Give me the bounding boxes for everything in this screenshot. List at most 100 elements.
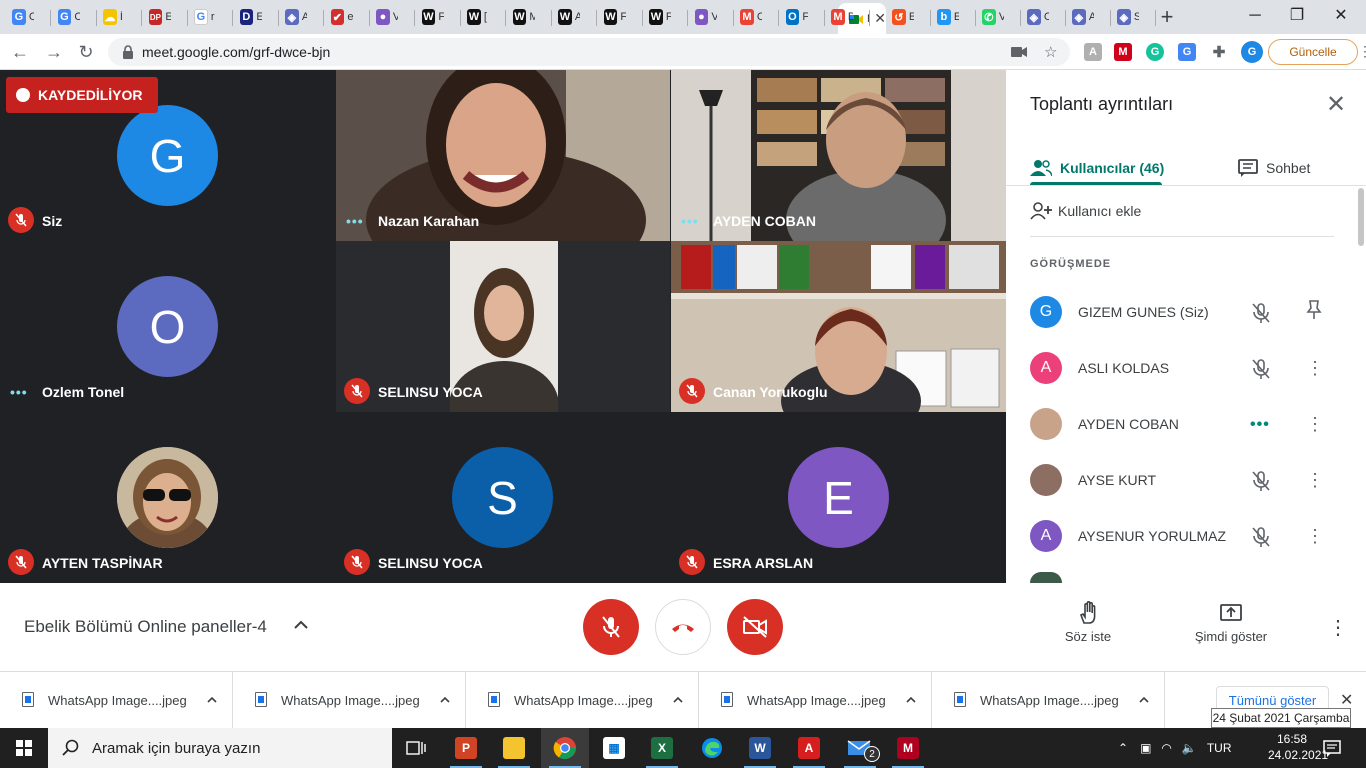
update-button[interactable]: Güncelle: [1268, 39, 1358, 65]
download-item[interactable]: WhatsApp Image....jpeg: [699, 672, 932, 729]
download-item[interactable]: WhatsApp Image....jpeg: [0, 672, 233, 729]
browser-tab[interactable]: ◈ C: [1027, 4, 1049, 30]
file-explorer-taskbar-button[interactable]: [490, 728, 538, 768]
chevron-up-icon[interactable]: [1138, 694, 1150, 706]
chevron-up-icon[interactable]: [292, 616, 310, 634]
meeting-title[interactable]: Ebelik Bölümü Online paneller-4: [24, 617, 267, 637]
browser-tab[interactable]: WM: [512, 4, 535, 30]
address-bar[interactable]: meet.google.com/grf-dwce-bjn ☆: [108, 38, 1070, 66]
task-view-button[interactable]: [392, 728, 440, 768]
chevron-up-icon[interactable]: [439, 694, 451, 706]
more-options-icon[interactable]: ⋮: [1328, 615, 1348, 640]
browser-tab[interactable]: WF: [603, 4, 626, 30]
speaking-icon[interactable]: •••: [1250, 414, 1272, 436]
mendeley-taskbar-button[interactable]: M: [884, 728, 932, 768]
browser-tab[interactable]: WF: [649, 4, 671, 30]
forward-icon[interactable]: →: [42, 40, 66, 64]
chevron-up-icon[interactable]: [905, 694, 917, 706]
mendeley-extension-icon[interactable]: M: [1114, 43, 1132, 61]
mic-off-icon[interactable]: [1250, 526, 1272, 548]
maximize-button[interactable]: ❐: [1282, 4, 1312, 28]
add-user-button[interactable]: Kullanıcı ekle: [1030, 200, 1141, 222]
browser-tab[interactable]: Gr: [194, 4, 216, 30]
participant-row[interactable]: G GIZEM GUNES (Siz): [1030, 292, 1340, 332]
chevron-up-icon[interactable]: ⌃: [1118, 741, 1128, 755]
minimize-button[interactable]: ─: [1240, 4, 1270, 28]
wifi-icon[interactable]: ◠: [1161, 741, 1171, 755]
mail-taskbar-button[interactable]: 2: [836, 728, 884, 768]
browser-tab[interactable]: ● V: [376, 4, 398, 30]
participant-tile[interactable]: AYTEN TASPİNAR: [0, 412, 335, 583]
reload-icon[interactable]: ↻: [74, 40, 98, 64]
download-item[interactable]: WhatsApp Image....jpeg: [932, 672, 1165, 729]
more-vert-icon[interactable]: ⋮: [1306, 524, 1324, 548]
more-vert-icon[interactable]: ⋮: [1306, 412, 1324, 436]
camera-toggle-button[interactable]: [727, 599, 783, 655]
participant-tile[interactable]: E ESRA ARSLAN: [671, 412, 1006, 583]
browser-tab[interactable]: ✆ V: [982, 4, 1004, 30]
participant-tile-video[interactable]: Canan Yorukoglu: [671, 241, 1006, 412]
participant-tile[interactable]: S SELINSU YOCA: [336, 412, 670, 583]
mic-off-icon[interactable]: [1250, 358, 1272, 380]
store-taskbar-button[interactable]: ▦: [590, 728, 638, 768]
browser-tab[interactable]: ◈ A: [285, 4, 307, 30]
close-shelf-icon[interactable]: ✕: [1340, 690, 1353, 710]
excel-taskbar-button[interactable]: X: [638, 728, 686, 768]
acrobat-taskbar-button[interactable]: A: [785, 728, 833, 768]
browser-tab[interactable]: MC: [740, 4, 762, 30]
word-taskbar-button[interactable]: W: [736, 728, 784, 768]
browser-tab[interactable]: GC: [57, 4, 80, 30]
language-indicator[interactable]: TUR: [1207, 741, 1232, 755]
more-vert-icon[interactable]: ⋮: [1306, 468, 1324, 492]
panel-scrollbar[interactable]: [1358, 188, 1364, 246]
chevron-up-icon[interactable]: [206, 694, 218, 706]
participant-tile[interactable]: O ••• Ozlem Tonel: [0, 241, 335, 412]
download-item[interactable]: WhatsApp Image....jpeg: [233, 672, 466, 729]
browser-tab[interactable]: bE: [937, 4, 959, 30]
participant-tile-video[interactable]: ••• Nazan Karahan: [336, 70, 670, 241]
translate-extension-icon[interactable]: G: [1178, 43, 1196, 61]
extensions-puzzle-icon[interactable]: ✚: [1210, 43, 1228, 61]
chevron-up-icon[interactable]: [672, 694, 684, 706]
browser-tab[interactable]: WF: [421, 4, 444, 30]
profile-avatar[interactable]: G: [1241, 41, 1263, 63]
browser-tab[interactable]: ◈ A: [1072, 4, 1094, 30]
browser-tab[interactable]: ✔ e: [330, 4, 353, 30]
browser-tab[interactable]: DP E: [148, 4, 171, 30]
close-panel-icon[interactable]: ✕: [1326, 90, 1346, 119]
new-tab-button[interactable]: +: [1155, 5, 1179, 29]
browser-tab[interactable]: GC: [12, 4, 34, 30]
window-close-button[interactable]: ✕: [1326, 4, 1356, 28]
tab-chat[interactable]: Sohbet: [1238, 148, 1310, 188]
start-button[interactable]: [0, 728, 48, 768]
participant-row[interactable]: AYSE KURT ⋮: [1030, 460, 1340, 500]
volume-icon[interactable]: 🔈: [1182, 741, 1197, 755]
taskbar-search-box[interactable]: Aramak için buraya yazın: [48, 728, 392, 768]
pin-icon[interactable]: [1306, 300, 1322, 324]
browser-tab[interactable]: W[: [467, 4, 489, 30]
browser-tab[interactable]: ↺ E: [892, 4, 914, 30]
participant-tile-video[interactable]: ••• AYDEN COBAN: [671, 70, 1006, 241]
bookmark-star-icon[interactable]: ☆: [1044, 43, 1057, 61]
participant-tile-video[interactable]: SELINSU YOCA: [336, 241, 670, 412]
close-tab-icon[interactable]: ✕: [874, 10, 886, 27]
participant-row[interactable]: A ASLI KOLDAS ⋮: [1030, 348, 1340, 388]
acrobat-extension-icon[interactable]: A: [1084, 43, 1102, 61]
edge-taskbar-button[interactable]: [688, 728, 736, 768]
browser-tab[interactable]: WA: [558, 4, 580, 30]
chrome-taskbar-button[interactable]: [541, 728, 589, 768]
participant-tile-self[interactable]: G Siz KAYDEDİLİYOR: [0, 70, 335, 241]
back-icon[interactable]: ←: [8, 40, 32, 64]
download-item[interactable]: WhatsApp Image....jpeg: [466, 672, 699, 729]
raise-hand-button[interactable]: Söz iste: [1038, 601, 1138, 644]
browser-tab[interactable]: ◈ S: [1117, 4, 1139, 30]
camera-blocked-icon[interactable]: [1010, 45, 1028, 59]
browser-tab[interactable]: ☁ İ: [103, 4, 125, 30]
mic-toggle-button[interactable]: [583, 599, 639, 655]
browser-tab[interactable]: MD: [831, 4, 853, 30]
browser-tab[interactable]: OF: [785, 4, 808, 30]
browser-tab[interactable]: DE: [239, 4, 262, 30]
participant-row[interactable]: A AYSENUR YORULMAZ ⋮: [1030, 516, 1340, 556]
device-icon[interactable]: ▣: [1140, 741, 1151, 755]
notification-icon[interactable]: [1322, 738, 1342, 758]
